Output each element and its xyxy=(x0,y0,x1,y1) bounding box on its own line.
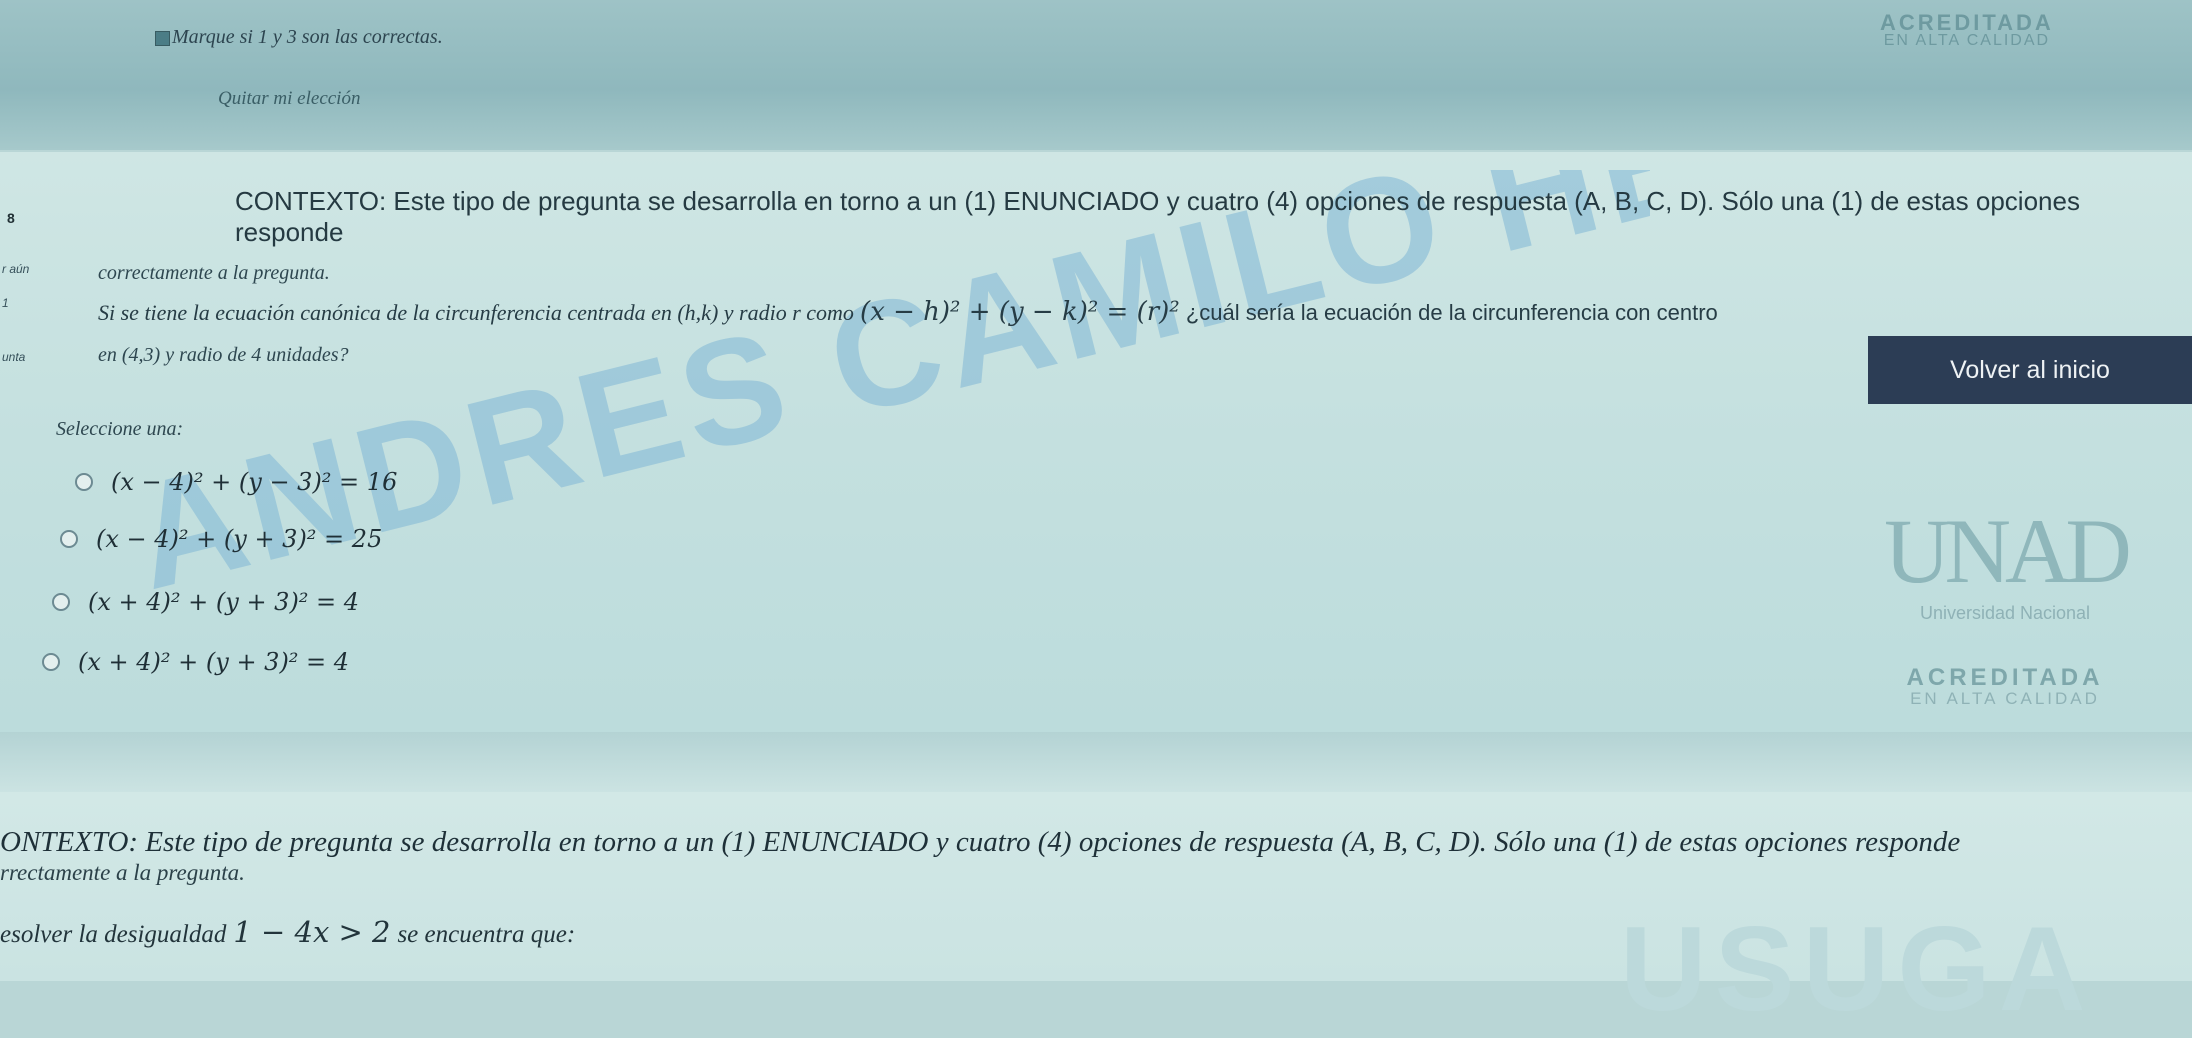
option-label: (x − 4)² + (y + 3)² = 25 xyxy=(96,525,383,553)
statement-part-b: se encuentra que: xyxy=(397,921,576,948)
question-context: CONTEXTO: Este tipo de pregunta se desar… xyxy=(235,186,2192,248)
option-label: (x − 4)² + (y − 3)² = 16 xyxy=(111,468,398,496)
accreditation-subtitle: EN ALTA CALIDAD xyxy=(1910,689,2100,708)
back-to-home-button[interactable]: Volver al inicio xyxy=(1868,336,2192,404)
side-label: unta xyxy=(2,350,26,364)
select-one-label: Seleccione una: xyxy=(56,418,184,440)
side-label: 1 xyxy=(2,296,9,310)
unad-logo-text: UNAD xyxy=(1884,500,2132,602)
accreditation-title: ACREDITADA xyxy=(1906,664,2104,691)
question2-context-line2: rrectamente a la pregunta. xyxy=(0,860,245,885)
clear-choice-link[interactable]: Quitar mi elección xyxy=(218,88,360,110)
top-band: Marque si 1 y 3 son las correctas. Quita… xyxy=(0,0,2192,150)
radio-button[interactable] xyxy=(75,473,93,491)
question2-statement: esolver la desigualdad 1 − 4x > 2 se enc… xyxy=(0,915,575,949)
question2-context: ONTEXTO: Este tipo de pregunta se desarr… xyxy=(0,826,1960,859)
answer-option-a[interactable]: (x − 4)² + (y − 3)² = 16 xyxy=(75,468,397,496)
question-statement: Si se tiene la ecuación canónica de la c… xyxy=(98,297,1718,327)
option-label: (x + 4)² + (y + 3)² = 4 xyxy=(88,588,360,616)
context-text: ONTEXTO: Este tipo de pregunta se desarr… xyxy=(0,826,1961,858)
answer-option-d[interactable]: (x + 4)² + (y + 3)² = 4 xyxy=(42,648,349,676)
statement-formula: 1 − 4x > 2 xyxy=(233,915,391,949)
question-context-line2: correctamente a la pregunta. xyxy=(98,262,330,284)
answer-option-b[interactable]: (x − 4)² + (y + 3)² = 25 xyxy=(60,525,382,553)
side-label: r aún xyxy=(2,262,30,276)
separator-band xyxy=(0,732,2192,792)
radio-button[interactable] xyxy=(42,653,60,671)
radio-button[interactable] xyxy=(52,593,70,611)
unad-logo: UNAD Universidad Nacional ACREDITADA EN … xyxy=(1845,505,2165,735)
option-label: (x + 4)² + (y + 3)² = 4 xyxy=(78,648,350,676)
radio-button[interactable] xyxy=(60,530,78,548)
name-watermark-2: USUGA xyxy=(1620,902,2094,1036)
unad-subtitle: Universidad Nacional xyxy=(1919,603,2091,623)
statement-part-a: esolver la desigualdad xyxy=(0,921,227,948)
question-number: 8 xyxy=(7,210,15,226)
flag-icon[interactable] xyxy=(155,31,170,46)
accreditation-subtitle: EN ALTA CALIDAD xyxy=(1883,32,2051,49)
answer-option-c[interactable]: (x + 4)² + (y + 3)² = 4 xyxy=(52,588,359,616)
accreditation-badge-top: ACREDITADA EN ALTA CALIDAD xyxy=(1880,10,2054,50)
instruction-text: Marque si 1 y 3 son las correctas. xyxy=(172,26,443,48)
question-statement-line2: en (4,3) y radio de 4 unidades? xyxy=(98,344,349,366)
statement-part-b: ¿cuál sería la ecuación de la circunfere… xyxy=(1185,300,1718,325)
statement-part-a: Si se tiene la ecuación canónica de la c… xyxy=(98,300,854,325)
statement-formula: (x − h)² + (y − k)² = (r)² xyxy=(860,297,1180,327)
context-text: CONTEXTO: Este tipo de pregunta se desar… xyxy=(235,186,2080,247)
